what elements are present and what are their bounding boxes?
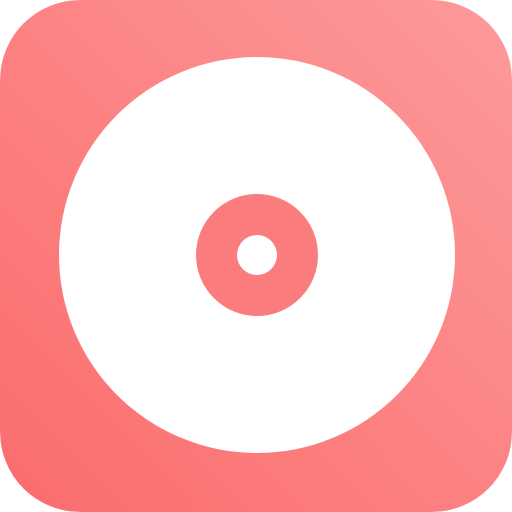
icon-canvas: [0, 0, 512, 512]
app-icon-tile[interactable]: [0, 0, 512, 512]
disc-icon: [0, 0, 512, 512]
disc-spindle-hole: [237, 235, 277, 275]
